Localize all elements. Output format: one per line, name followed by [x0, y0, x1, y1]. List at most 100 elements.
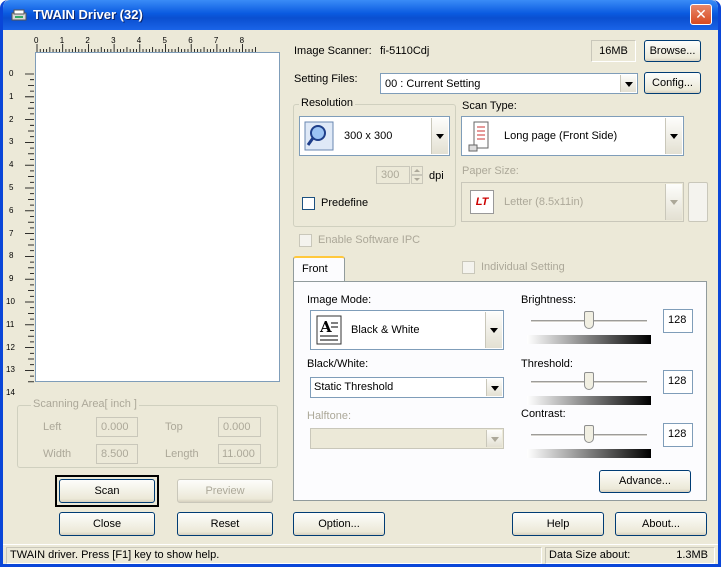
paper-size-select: LT Letter (8.5x11in): [461, 182, 684, 222]
ruler-label: 7: [213, 36, 219, 45]
brightness-slider-thumb[interactable]: [584, 311, 594, 329]
window-close-button[interactable]: ✕: [690, 4, 712, 25]
scanner-memory: 16MB: [591, 40, 636, 62]
enable-software-ipc-checkbox: [299, 234, 312, 247]
ruler-label: 8: [9, 251, 14, 261]
length-field: 11.000: [218, 444, 261, 464]
top-label: Top: [165, 421, 183, 433]
svg-text:A: A: [319, 318, 332, 336]
image-mode-label: Image Mode:: [307, 294, 372, 306]
halftone-select: [310, 428, 504, 449]
scanning-area-label: Scanning Area[ inch ]: [31, 398, 139, 410]
chevron-down-icon: [665, 118, 682, 154]
tab-front[interactable]: Front: [293, 256, 345, 282]
scan-button[interactable]: Scan: [59, 479, 155, 503]
image-scanner-label: Image Scanner:: [294, 45, 372, 57]
browse-button[interactable]: Browse...: [644, 40, 701, 62]
long-page-icon: [468, 121, 489, 152]
ruler-label: 3: [9, 137, 14, 147]
black-white-value: Static Threshold: [314, 381, 394, 393]
threshold-gradient: [527, 396, 651, 405]
setting-files-select[interactable]: 00 : Current Setting: [380, 73, 638, 94]
ruler-label: 14: [6, 388, 15, 398]
ruler-label: 2: [9, 114, 14, 124]
paper-size-value: Letter (8.5x11in): [504, 196, 584, 208]
resolution-select[interactable]: 300 x 300: [299, 116, 450, 156]
title-bar: TWAIN Driver (32) ✕: [3, 0, 718, 30]
close-button[interactable]: Close: [59, 512, 155, 536]
contrast-label: Contrast:: [521, 408, 566, 420]
threshold-slider-thumb[interactable]: [584, 372, 594, 390]
top-field: 0.000: [218, 417, 261, 437]
ruler-label: 1: [9, 91, 14, 101]
close-icon: ✕: [695, 6, 707, 22]
ruler-label: 6: [188, 36, 193, 45]
image-mode-select[interactable]: A Black & White: [310, 310, 504, 350]
ruler-label: 0: [9, 69, 14, 78]
custom-resolution-field: 300: [376, 166, 410, 184]
reset-button[interactable]: Reset: [177, 512, 273, 536]
preview-area[interactable]: [35, 52, 280, 382]
chevron-down-icon: [431, 118, 448, 154]
chevron-down-icon: [486, 430, 502, 447]
ruler-label: 13: [6, 365, 15, 375]
config-button[interactable]: Config...: [644, 72, 701, 94]
width-label: Width: [43, 448, 72, 460]
paper-size-label: Paper Size:: [462, 165, 519, 177]
ruler-label: 6: [9, 205, 14, 215]
chevron-down-icon: [620, 75, 636, 92]
chevron-down-icon: [486, 379, 502, 396]
resolution-label: Resolution: [299, 97, 355, 109]
brightness-gradient: [527, 335, 651, 344]
ruler-label: 0: [34, 36, 39, 45]
text-document-icon: A: [316, 315, 342, 345]
ruler-label: 12: [6, 342, 15, 352]
setting-files-label: Setting Files:: [294, 73, 358, 85]
brightness-field[interactable]: 128: [663, 309, 693, 333]
chevron-down-icon: [485, 312, 502, 348]
help-button[interactable]: Help: [512, 512, 604, 536]
left-label: Left: [43, 421, 62, 433]
black-white-select[interactable]: Static Threshold: [310, 377, 504, 398]
resolution-spinner[interactable]: [411, 166, 423, 184]
about-button[interactable]: About...: [615, 512, 707, 536]
individual-setting-checkbox: [462, 261, 475, 274]
image-scanner-name: fi-5110Cdj: [380, 45, 430, 57]
ruler-label: 5: [162, 36, 167, 45]
twain-driver-window: TWAIN Driver (32) ✕ 012345678 0123456789…: [0, 0, 721, 567]
contrast-field[interactable]: 128: [663, 423, 693, 447]
contrast-gradient: [527, 449, 651, 458]
ruler-label: 9: [9, 274, 14, 284]
status-data-size: Data Size about: 1.3MB: [545, 547, 715, 564]
ruler-label: 4: [136, 36, 142, 45]
ruler-label: 3: [111, 36, 116, 45]
individual-setting-label: Individual Setting: [481, 261, 565, 273]
ruler-label: 7: [9, 228, 14, 238]
contrast-slider-thumb[interactable]: [584, 425, 594, 443]
threshold-field[interactable]: 128: [663, 370, 693, 394]
halftone-label: Halftone:: [307, 410, 352, 422]
width-field: 8.500: [96, 444, 138, 464]
scan-type-value: Long page (Front Side): [504, 130, 618, 142]
dpi-unit: dpi: [429, 170, 444, 182]
magnifier-icon: [304, 121, 334, 151]
scanner-app-icon: [11, 9, 27, 21]
length-label: Length: [165, 448, 199, 460]
advance-button[interactable]: Advance...: [599, 470, 691, 493]
ruler-label: 2: [85, 36, 90, 45]
scan-type-label: Scan Type:: [462, 100, 517, 112]
status-bar: TWAIN driver. Press [F1] key to show hel…: [3, 544, 718, 564]
predefine-checkbox[interactable]: [302, 197, 315, 210]
ruler-label: 4: [9, 160, 14, 170]
ruler-label: 5: [9, 183, 14, 192]
brightness-label: Brightness:: [521, 294, 577, 306]
window-title: TWAIN Driver (32): [33, 7, 143, 22]
scan-type-select[interactable]: Long page (Front Side): [461, 116, 684, 156]
data-size-value: 1.3MB: [676, 549, 708, 561]
black-white-label: Black/White:: [307, 358, 369, 370]
enable-software-ipc-label: Enable Software IPC: [318, 234, 421, 246]
ruler-label: 8: [239, 36, 245, 45]
preview-button[interactable]: Preview: [177, 479, 273, 503]
option-button[interactable]: Option...: [293, 512, 385, 536]
vertical-ruler: [25, 73, 34, 383]
